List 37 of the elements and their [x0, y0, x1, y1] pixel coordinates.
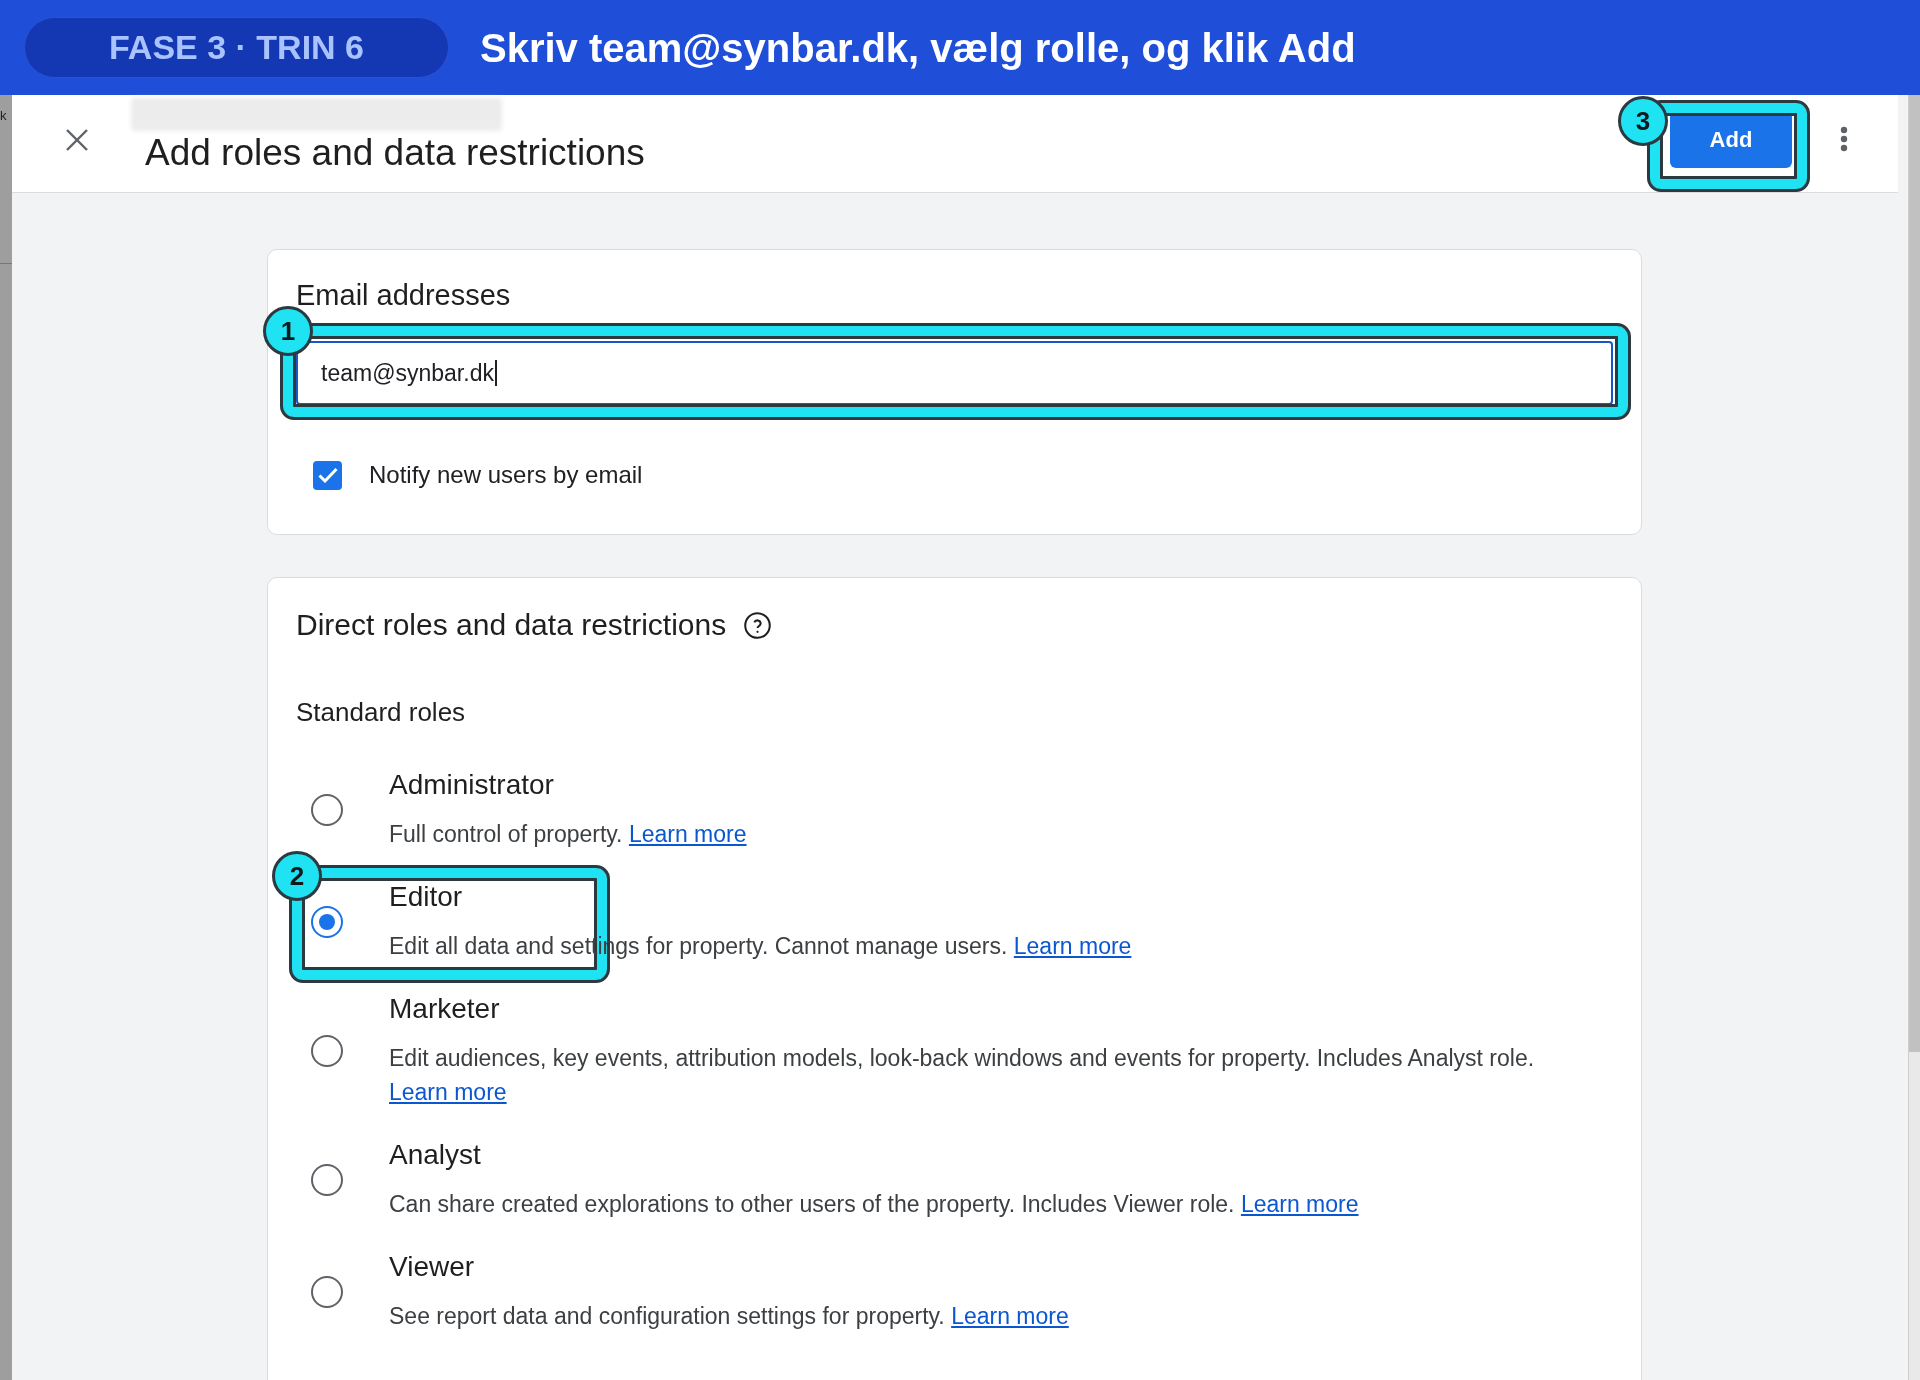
instruction-heading: Skriv team@synbar.dk, vælg rolle, og klik Add	[480, 24, 1356, 72]
role-title: Editor	[389, 880, 464, 914]
step-number: 3	[1618, 96, 1668, 146]
close-icon	[66, 129, 88, 151]
role-description: Full control of property. Learn more	[389, 820, 748, 849]
learn-more-link[interactable]: Learn more	[389, 1079, 507, 1105]
role-title: Marketer	[389, 992, 501, 1026]
dialog-title: Add roles and data restrictions	[145, 131, 645, 175]
radio-button[interactable]	[311, 1163, 343, 1196]
learn-more-link[interactable]: Learn more	[1013, 933, 1132, 959]
learn-more-link[interactable]: Learn more	[1240, 1191, 1359, 1217]
learn-more-link[interactable]: Learn more	[628, 821, 747, 847]
role-title: Administrator	[389, 768, 555, 802]
section-title: Direct roles and data restrictions	[296, 607, 727, 643]
radio-button[interactable]	[311, 1034, 343, 1067]
check-icon	[317, 467, 338, 483]
subsection-title: Standard roles	[296, 696, 467, 729]
learn-more-link[interactable]: Learn more	[951, 1303, 1069, 1329]
help-icon[interactable]	[744, 611, 772, 639]
radio-button[interactable]	[311, 793, 343, 826]
email-input[interactable]: team@synbar.dk	[296, 341, 1613, 405]
role-description: Can share created explorations to other users of the property. Includes Viewer role. Learn more	[389, 1190, 1360, 1219]
role-description: See report data and configuration settings for property. Learn more	[389, 1302, 1070, 1331]
role-title: Viewer	[389, 1250, 476, 1284]
window-text-fragment: k	[0, 109, 8, 122]
checkbox-label: Notify new users by email	[369, 460, 643, 490]
step-number: 1	[263, 306, 313, 356]
step-number: 2	[272, 851, 322, 901]
step-label: FASE 3 · TRIN 6	[24, 17, 449, 78]
checkbox[interactable]	[313, 460, 342, 490]
radio-button[interactable]	[311, 1275, 343, 1308]
role-description: Edit audiences, key events, attribution models, look-back windows and events for property. Includes Analyst role. Learn more	[389, 1044, 1536, 1107]
role-title: Analyst	[389, 1138, 482, 1172]
scrollbar-thumb[interactable]	[1909, 95, 1920, 1052]
more-vertical-icon	[1840, 126, 1848, 152]
radio-button[interactable]	[311, 905, 343, 938]
text-cursor	[494, 360, 497, 386]
